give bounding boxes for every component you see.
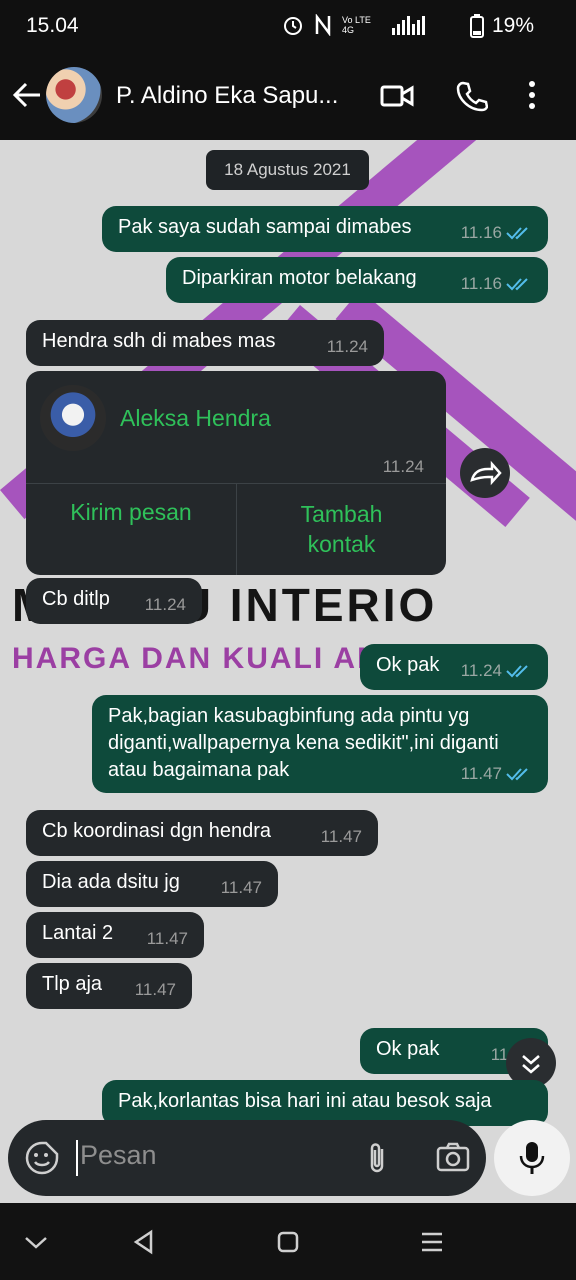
message-time: 11.24 (382, 457, 424, 476)
message-time: 11.24 (144, 595, 186, 614)
message-meta: 11.47 (221, 874, 262, 901)
read-ticks-icon (506, 664, 528, 677)
message-bubble-outgoing[interactable]: Diparkiran motor belakang 11.16 (166, 257, 548, 303)
nfc-icon (315, 14, 331, 36)
message-meta: 11.47 (321, 823, 362, 850)
message-meta: 11.24 (461, 657, 532, 684)
message-meta: 11.24 (327, 333, 368, 360)
read-ticks-icon (506, 226, 528, 239)
message-time: 11.47 (134, 980, 176, 999)
message-bubble-outgoing[interactable]: Pak saya sudah sampai dimabes 11.16 (102, 206, 548, 252)
message-time: 11.47 (146, 929, 188, 948)
system-nav-bar (0, 1204, 576, 1280)
shared-contact-card[interactable]: Aleksa Hendra 11.24 Kirim pesan Tambah k… (26, 371, 446, 575)
message-text: Hendra sdh di mabes mas (42, 330, 276, 352)
message-text: Dia ada dsitu jg (42, 871, 180, 893)
message-time: 11.16 (460, 274, 502, 293)
forward-icon (470, 460, 502, 486)
message-text: Cb koordinasi dgn hendra (42, 820, 272, 842)
add-contact-label: Tambah kontak (300, 501, 383, 557)
signal-icon (392, 16, 425, 35)
microphone-icon (519, 1142, 545, 1174)
message-text: Ok pak (376, 1038, 440, 1060)
chat-header: P. Aldino Eka Sapu... (0, 52, 576, 140)
message-time: 11.47 (220, 878, 262, 897)
message-bubble-incoming[interactable]: Cb ditlp 11.24 (26, 578, 202, 624)
network-label: Vo LTE 4G (342, 15, 371, 35)
shared-contact-name[interactable]: Aleksa Hendra (120, 405, 271, 432)
more-options-icon[interactable] (528, 80, 536, 110)
message-bubble-outgoing[interactable]: Ok pak 11.24 (360, 644, 548, 690)
read-ticks-icon (506, 767, 528, 780)
message-text: Lantai 2 (42, 922, 114, 944)
nav-home-icon[interactable] (274, 1228, 302, 1256)
voice-call-icon[interactable] (456, 80, 488, 112)
chat-area[interactable]: M BARU INTERIO HARGA DAN KUALI AN 18 Agu… (0, 140, 576, 1203)
message-time: 11.47 (460, 764, 502, 783)
camera-icon[interactable] (436, 1140, 470, 1174)
message-time: 11.24 (326, 337, 368, 356)
wallpaper-subtext: HARGA DAN KUALI AN (12, 642, 381, 675)
nav-back-icon[interactable] (130, 1228, 158, 1256)
read-ticks-icon (506, 277, 528, 290)
message-time: 11.47 (320, 827, 362, 846)
date-chip: 18 Agustus 2021 (206, 150, 369, 190)
message-text: Tlp aja (42, 973, 103, 995)
message-bubble-incoming[interactable]: Tlp aja 11.47 (26, 963, 192, 1009)
message-bubble-incoming[interactable]: Dia ada dsitu jg 11.47 (26, 861, 278, 907)
message-time: 11.24 (460, 661, 502, 680)
status-time: 15.04 (26, 14, 79, 37)
message-meta: 11.47 (461, 760, 532, 787)
forward-button[interactable] (460, 448, 510, 498)
message-text: Pak,korlantas bisa hari ini atau besok s… (118, 1090, 492, 1112)
message-meta: 11.16 (461, 270, 532, 297)
message-meta: 11.16 (461, 219, 532, 246)
shared-contact-avatar (40, 385, 106, 451)
message-input[interactable]: Pesan (80, 1140, 157, 1171)
message-text: Cb ditlp (42, 588, 110, 610)
message-meta: 11.24 (145, 591, 186, 618)
message-bubble-incoming[interactable]: Lantai 2 11.47 (26, 912, 204, 958)
send-message-button[interactable]: Kirim pesan (26, 483, 236, 575)
voice-record-button[interactable] (494, 1120, 570, 1196)
status-bar: 15.04 Vo LTE 4G 19% (0, 0, 576, 52)
emoji-icon[interactable] (24, 1140, 60, 1176)
add-contact-button[interactable]: Tambah kontak (237, 483, 446, 575)
text-cursor (76, 1140, 78, 1176)
message-meta: 11.47 (135, 976, 176, 1003)
message-text: Diparkiran motor belakang (182, 267, 417, 289)
message-composer[interactable]: Pesan (8, 1120, 486, 1196)
message-text: Ok pak (376, 654, 440, 676)
message-bubble-incoming[interactable]: Hendra sdh di mabes mas 11.24 (26, 320, 384, 366)
status-icons: Vo LTE 4G (282, 14, 426, 36)
message-bubble-incoming[interactable]: Cb koordinasi dgn hendra 11.47 (26, 810, 378, 856)
message-meta: 11.47 (147, 925, 188, 952)
message-text: Pak,bagian kasubagbinfung ada pintu yg d… (108, 705, 499, 781)
chevron-down-icon[interactable] (22, 1228, 50, 1256)
back-arrow-icon[interactable] (10, 78, 44, 112)
contact-name[interactable]: P. Aldino Eka Sapu... (116, 82, 364, 110)
battery-percent: 19% (491, 14, 534, 37)
attach-icon[interactable] (360, 1140, 396, 1176)
message-bubble-outgoing[interactable]: Pak,bagian kasubagbinfung ada pintu yg d… (92, 695, 548, 793)
alarm-icon (284, 17, 302, 35)
message-time: 11.16 (460, 223, 502, 242)
message-text: Pak saya sudah sampai dimabes (118, 216, 412, 238)
battery-icon (470, 14, 484, 38)
video-call-icon[interactable] (380, 82, 414, 110)
contact-avatar[interactable] (46, 67, 102, 123)
nav-recents-icon[interactable] (418, 1228, 446, 1256)
